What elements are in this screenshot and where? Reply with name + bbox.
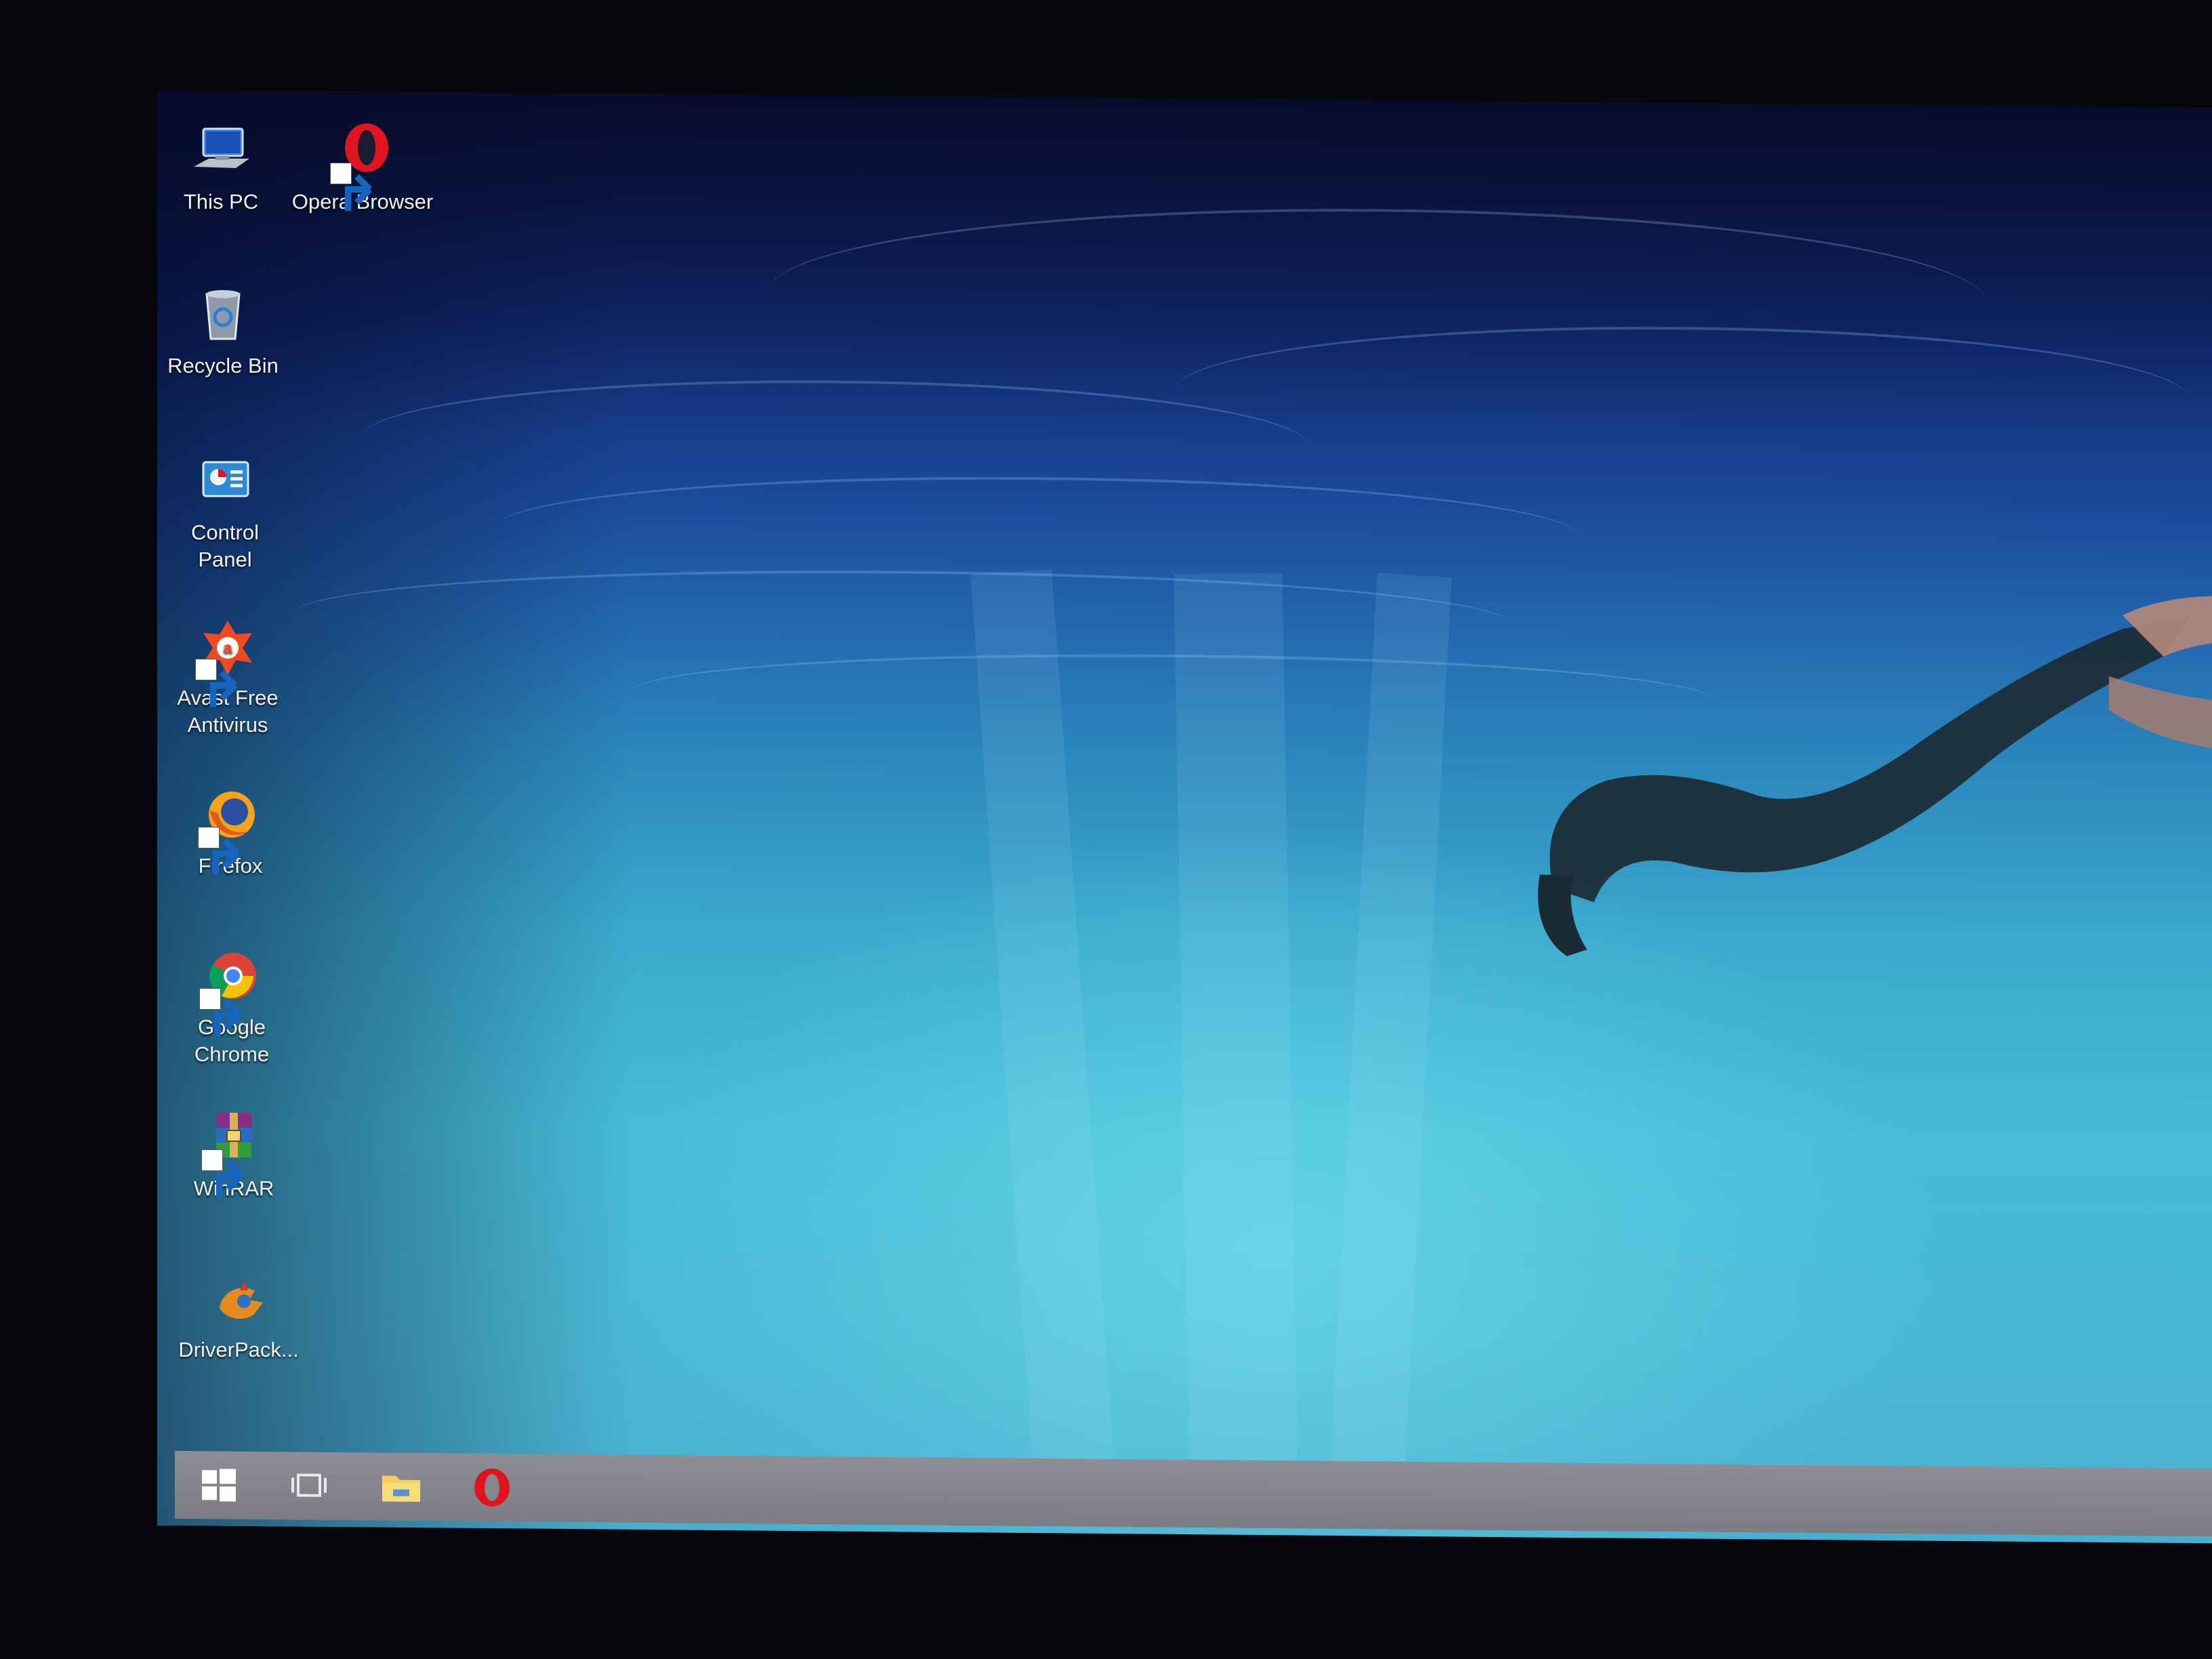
desktop-icon-label: Recycle Bin <box>167 354 279 377</box>
opera-icon <box>474 1468 510 1507</box>
firefox-icon <box>198 783 263 876</box>
shortcut-arrow-icon <box>198 827 240 876</box>
task-view-button[interactable] <box>285 1461 333 1511</box>
shortcut-arrow-icon <box>199 988 241 1037</box>
recycle-bin-icon <box>190 283 255 348</box>
desktop-icon-recycle-bin[interactable]: Recycle Bin <box>148 283 298 380</box>
start-button[interactable] <box>194 1460 243 1510</box>
shortcut-arrow-icon <box>330 163 372 211</box>
desktop-wallpaper <box>157 89 2212 1544</box>
folder-icon <box>382 1475 420 1502</box>
task-view-icon <box>291 1473 327 1497</box>
desktop-icon-this-pc[interactable]: This PC <box>146 119 295 216</box>
opera-taskbar-button[interactable] <box>468 1463 516 1513</box>
desktop-icon-control-panel[interactable]: Control Panel <box>150 450 300 573</box>
desktop-icon-label: This PC <box>183 190 259 213</box>
file-explorer-button[interactable] <box>377 1462 426 1511</box>
desktop-icon-firefox[interactable]: Firefox <box>156 783 305 880</box>
chrome-icon <box>199 945 264 1037</box>
desktop-icon-label: Control Panel <box>191 520 259 571</box>
control-panel-icon <box>192 450 258 515</box>
svg-text:a: a <box>223 639 232 657</box>
desktop-icon-driverpack[interactable]: DriverPack... <box>164 1267 313 1364</box>
shortcut-arrow-icon <box>201 1149 243 1198</box>
swimmer-image <box>1538 596 2212 956</box>
avast-icon: a <box>195 615 260 708</box>
opera-icon <box>330 119 395 211</box>
desktop-icon-google-chrome[interactable]: Google Chrome <box>157 945 306 1068</box>
winrar-icon <box>201 1106 266 1198</box>
driverpack-icon <box>206 1267 271 1332</box>
shortcut-arrow-icon <box>195 659 237 708</box>
windows-logo-icon <box>202 1469 236 1502</box>
desktop-icon-winrar[interactable]: WinRAR <box>159 1106 308 1202</box>
desktop-icon-opera[interactable]: Opera Browser <box>288 119 437 216</box>
computer-icon <box>188 119 253 184</box>
desktop-icon-avast[interactable]: a Avast Free Antivirus <box>153 615 302 739</box>
desktop-icon-label: DriverPack... <box>178 1338 299 1361</box>
